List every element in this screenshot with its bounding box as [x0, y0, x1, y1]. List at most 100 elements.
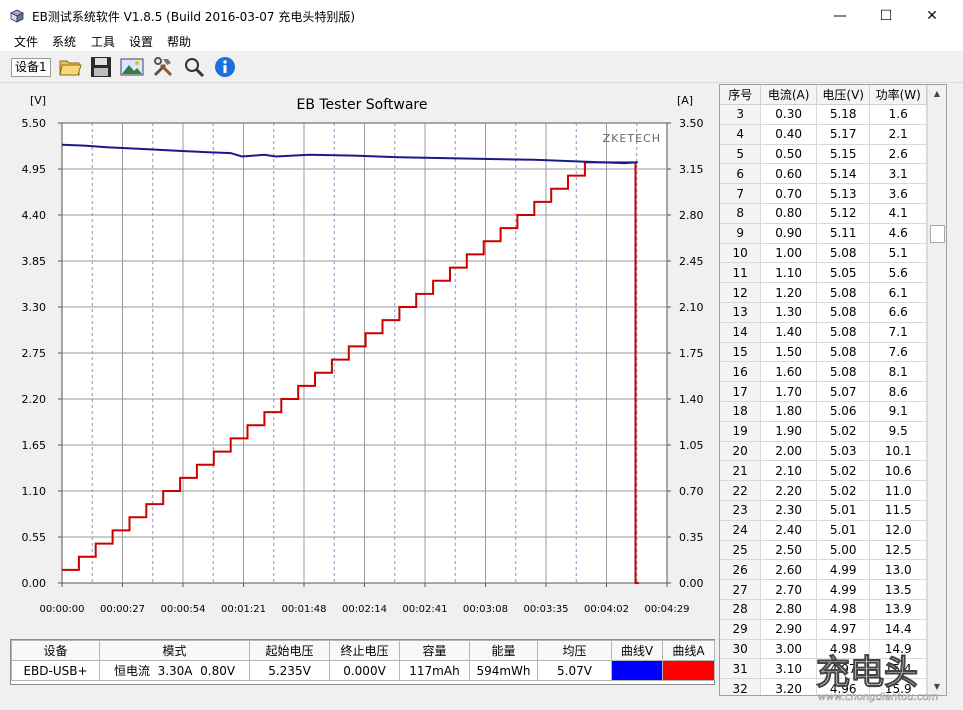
- col-header-power[interactable]: 功率(W): [869, 85, 927, 105]
- table-row[interactable]: 13 1.30 5.08 6.6: [720, 302, 927, 323]
- menu-bar: 文件 系统 工具 设置 帮助: [0, 31, 963, 51]
- table-row[interactable]: 14 1.40 5.08 7.1: [720, 322, 927, 343]
- y-left-tick-label: 1.65: [22, 439, 47, 452]
- y-right-tick-label: 3.15: [679, 163, 704, 176]
- summary-header-avg-voltage: 均压: [537, 640, 612, 661]
- table-row[interactable]: 29 2.90 4.97 14.4: [720, 619, 927, 640]
- x-tick-label: 00:03:35: [524, 604, 569, 615]
- cell-voltage: 5.13: [816, 183, 871, 204]
- cell-current: 0.70: [760, 183, 817, 204]
- col-header-current[interactable]: 电流(A): [760, 85, 817, 105]
- col-header-voltage[interactable]: 电压(V): [816, 85, 871, 105]
- cell-index: 5: [720, 144, 762, 165]
- cell-current: 2.30: [760, 500, 817, 521]
- x-tick-label: 00:00:54: [161, 604, 206, 615]
- y-right-tick-label: 1.40: [679, 393, 704, 406]
- cell-power: 9.1: [869, 401, 927, 422]
- folder-icon[interactable]: [58, 55, 82, 79]
- cell-index: 25: [720, 540, 762, 561]
- table-row[interactable]: 10 1.00 5.08 5.1: [720, 243, 927, 264]
- table-row[interactable]: 28 2.80 4.98 13.9: [720, 599, 927, 620]
- table-row[interactable]: 3 0.30 5.18 1.6: [720, 104, 927, 125]
- cell-power: 6.6: [869, 302, 927, 323]
- cell-voltage: 4.97: [816, 658, 871, 680]
- table-row[interactable]: 19 1.90 5.02 9.5: [720, 421, 927, 442]
- zketech-watermark: ZKETECH: [603, 132, 661, 145]
- table-row[interactable]: 12 1.20 5.08 6.1: [720, 282, 927, 303]
- close-button[interactable]: ✕: [909, 0, 955, 31]
- data-table-panel: 序号 电流(A) 电压(V) 功率(W) 3 0.30 5.18 1.6 4 0.40 5.…: [719, 84, 947, 696]
- summary-header-curve-a: 曲线A: [662, 640, 715, 661]
- cell-power: 9.5: [869, 421, 927, 442]
- cell-index: 32: [720, 678, 762, 695]
- summary-header-mode: 模式: [99, 640, 250, 661]
- table-row[interactable]: 23 2.30 5.01 11.5: [720, 500, 927, 521]
- cell-power: 15.9: [869, 678, 927, 695]
- table-row[interactable]: 22 2.20 5.02 11.0: [720, 480, 927, 501]
- curve-v-color-swatch[interactable]: [611, 660, 663, 681]
- cell-power: 15.4: [869, 658, 927, 680]
- curve-a-color-swatch[interactable]: [662, 660, 715, 681]
- cell-voltage: 5.07: [816, 381, 871, 402]
- table-row[interactable]: 17 1.70 5.07 8.6: [720, 381, 927, 402]
- zoom-icon[interactable]: [182, 55, 206, 79]
- table-row[interactable]: 21 2.10 5.02 10.6: [720, 460, 927, 482]
- table-row[interactable]: 5 0.50 5.15 2.6: [720, 144, 927, 165]
- cell-voltage: 5.08: [816, 302, 871, 323]
- table-scrollbar[interactable]: ▲ ▼: [927, 85, 946, 695]
- cell-power: 3.1: [869, 163, 927, 185]
- cell-voltage: 5.08: [816, 282, 871, 303]
- data-table: 序号 电流(A) 电压(V) 功率(W) 3 0.30 5.18 1.6 4 0.40 5.…: [720, 85, 927, 695]
- cell-voltage: 5.14: [816, 163, 871, 185]
- y-left-tick-label: 5.50: [22, 117, 47, 130]
- scroll-down-arrow-icon[interactable]: ▼: [928, 678, 946, 695]
- cell-voltage: 5.02: [816, 421, 871, 442]
- info-icon[interactable]: [213, 55, 237, 79]
- scroll-up-arrow-icon[interactable]: ▲: [928, 85, 946, 102]
- cell-current: 2.10: [760, 460, 817, 482]
- cell-current: 1.80: [760, 401, 817, 422]
- table-row[interactable]: 11 1.10 5.05 5.6: [720, 262, 927, 284]
- table-row[interactable]: 6 0.60 5.14 3.1: [720, 163, 927, 185]
- cell-index: 7: [720, 183, 762, 204]
- tools-icon[interactable]: [151, 55, 175, 79]
- table-row[interactable]: 25 2.50 5.00 12.5: [720, 540, 927, 561]
- table-row[interactable]: 15 1.50 5.08 7.6: [720, 342, 927, 363]
- table-row[interactable]: 8 0.80 5.12 4.1: [720, 203, 927, 224]
- table-row[interactable]: 31 3.10 4.97 15.4: [720, 658, 927, 680]
- summary-header-start-voltage: 起始电压: [249, 640, 330, 661]
- image-icon[interactable]: [120, 55, 144, 79]
- table-row[interactable]: 20 2.00 5.03 10.1: [720, 441, 927, 462]
- y-right-tick-label: 2.80: [679, 209, 704, 222]
- col-header-index[interactable]: 序号: [720, 85, 762, 105]
- table-row[interactable]: 30 3.00 4.98 14.9: [720, 639, 927, 660]
- table-row[interactable]: 18 1.80 5.06 9.1: [720, 401, 927, 422]
- cell-current: 2.20: [760, 480, 817, 501]
- table-row[interactable]: 26 2.60 4.99 13.0: [720, 559, 927, 581]
- minimize-button[interactable]: —: [817, 0, 863, 31]
- cell-voltage: 5.01: [816, 500, 871, 521]
- table-row[interactable]: 4 0.40 5.17 2.1: [720, 124, 927, 145]
- table-row[interactable]: 24 2.40 5.01 12.0: [720, 520, 927, 541]
- scroll-thumb[interactable]: [930, 225, 945, 243]
- maximize-button[interactable]: ☐: [863, 0, 909, 31]
- save-icon[interactable]: [89, 55, 113, 79]
- x-tick-label: 00:00:27: [100, 604, 145, 615]
- menu-help[interactable]: 帮助: [167, 33, 191, 50]
- cell-power: 14.9: [869, 639, 927, 660]
- table-row[interactable]: 32 3.20 4.96 15.9: [720, 678, 927, 695]
- table-row[interactable]: 9 0.90 5.11 4.6: [720, 223, 927, 244]
- table-row[interactable]: 16 1.60 5.08 8.1: [720, 361, 927, 383]
- device-tab[interactable]: 设备1: [11, 58, 51, 77]
- menu-tools[interactable]: 工具: [91, 33, 115, 50]
- table-row[interactable]: 27 2.70 4.99 13.5: [720, 579, 927, 600]
- left-axis-unit: [V]: [30, 94, 46, 107]
- menu-file[interactable]: 文件: [14, 33, 38, 50]
- summary-energy: 594mWh: [469, 660, 538, 681]
- menu-settings[interactable]: 设置: [129, 33, 153, 50]
- x-tick-label: 00:01:21: [221, 604, 266, 615]
- menu-system[interactable]: 系统: [52, 33, 76, 50]
- table-row[interactable]: 7 0.70 5.13 3.6: [720, 183, 927, 204]
- cell-index: 30: [720, 639, 762, 660]
- cell-voltage: 5.02: [816, 460, 871, 482]
